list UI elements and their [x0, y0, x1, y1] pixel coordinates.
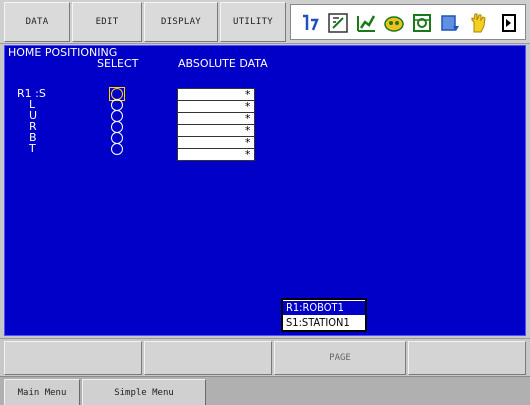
- cycle-icon: [303, 14, 319, 31]
- function-key-4[interactable]: [408, 341, 526, 375]
- menu-display-button[interactable]: DISPLAY: [144, 2, 218, 42]
- control-group-station1[interactable]: S1:STATION1: [283, 316, 365, 330]
- main-menu-tab[interactable]: Main Menu: [4, 379, 80, 405]
- hand-icon: [471, 13, 486, 33]
- servo-icon: [413, 14, 431, 32]
- axis-label-t: T: [29, 142, 36, 155]
- chart-icon: [357, 15, 376, 32]
- page-icon: [441, 15, 459, 31]
- function-key-1[interactable]: [4, 341, 142, 375]
- screen-marker-icon: [502, 14, 516, 32]
- absolute-data-t[interactable]: *: [177, 148, 255, 161]
- control-group-robot1[interactable]: R1:ROBOT1: [283, 301, 365, 315]
- top-menu-bar: DATA EDIT DISPLAY UTILITY: [0, 0, 530, 44]
- edit-mode-icon: [328, 13, 348, 33]
- column-header-select: SELECT: [97, 57, 139, 70]
- function-key-row: PAGE: [0, 338, 530, 376]
- security-icon: [384, 16, 404, 32]
- menu-utility-button[interactable]: UTILITY: [220, 2, 286, 42]
- menu-edit-button[interactable]: EDIT: [72, 2, 142, 42]
- page-button[interactable]: PAGE: [274, 341, 406, 375]
- control-group-box[interactable]: R1:ROBOT1 S1:STATION1: [281, 298, 367, 332]
- home-positioning-panel: HOME POSITIONING SELECT ABSOLUTE DATA R1…: [4, 45, 526, 336]
- simple-menu-tab[interactable]: Simple Menu: [82, 379, 206, 405]
- column-header-absolute-data: ABSOLUTE DATA: [178, 57, 268, 70]
- function-key-2[interactable]: [144, 341, 272, 375]
- select-radio-t[interactable]: [111, 143, 123, 155]
- menu-data-button[interactable]: DATA: [4, 2, 70, 42]
- status-area: [290, 4, 526, 40]
- bottom-bar: Main Menu Simple Menu: [0, 376, 530, 405]
